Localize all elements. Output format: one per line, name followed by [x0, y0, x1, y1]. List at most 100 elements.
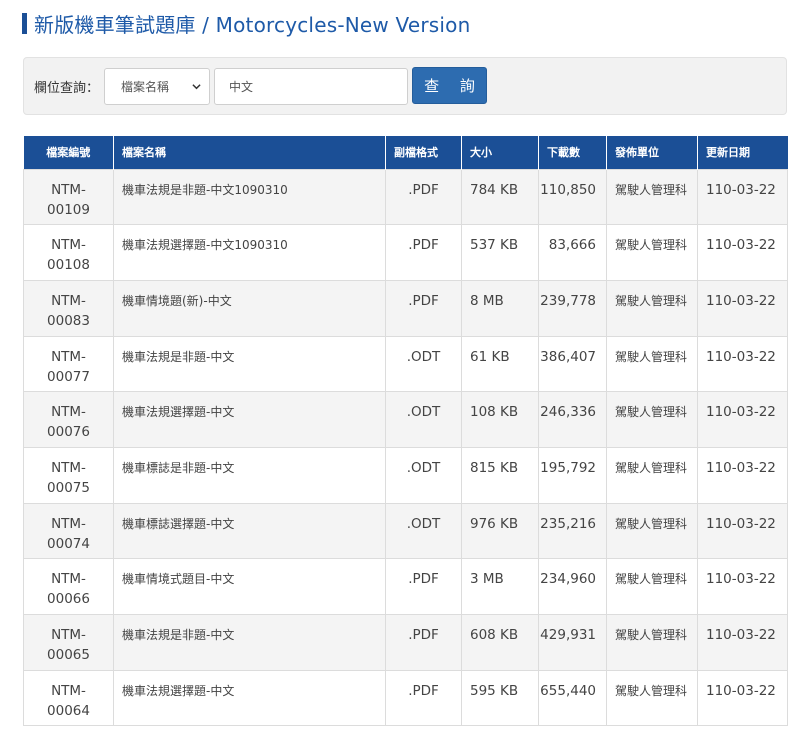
file-name: 機車法規選擇題-中文1090310: [113, 224, 386, 281]
publishing-unit: 駕駛人管理科: [606, 335, 698, 393]
download-count: 429,931: [538, 614, 607, 671]
file-id-prefix: NTM-: [51, 404, 86, 421]
download-count: 386,407: [538, 335, 607, 393]
file-id: NTM- 00065: [23, 614, 114, 671]
download-count: 655,440: [538, 669, 607, 727]
file-id: NTM- 00109: [23, 168, 114, 226]
file-id-number: 00075: [47, 479, 90, 496]
file-name: 機車標誌是非題-中文: [113, 446, 386, 504]
publishing-unit: 駕駛人管理科: [606, 168, 698, 226]
header-downloads[interactable]: 下載數: [538, 136, 607, 169]
query-button[interactable]: 查 詢: [412, 67, 487, 104]
field-select-value: 檔案名稱: [121, 80, 170, 94]
file-id-number: 00108: [47, 257, 90, 274]
table-row: NTM- 00075 機車標誌是非題-中文 .ODT 815 KB 195,792…: [23, 446, 788, 504]
file-id-prefix: NTM-: [51, 348, 86, 365]
publishing-unit: 駕駛人管理科: [606, 502, 698, 560]
file-size: 976 KB: [461, 502, 539, 560]
file-id: NTM- 00066: [23, 558, 114, 615]
file-format-link[interactable]: .ODT: [385, 335, 462, 393]
header-size[interactable]: 大小: [461, 136, 539, 169]
page-title: 新版機車筆試題庫 / Motorcycles-New Version: [34, 12, 471, 37]
file-format-link[interactable]: .PDF: [385, 669, 462, 727]
file-id-number: 00065: [47, 647, 90, 663]
file-format-link[interactable]: .ODT: [385, 391, 462, 448]
file-format-link[interactable]: .PDF: [385, 279, 462, 337]
file-name: 機車法規是非題-中文: [113, 335, 386, 393]
file-size: 815 KB: [461, 446, 539, 504]
file-id-prefix: NTM-: [51, 181, 86, 198]
header-file-id[interactable]: 檔案編號: [23, 136, 114, 169]
table-row: NTM- 00065 機車法規是非題-中文 .PDF 608 KB 429,931…: [23, 614, 788, 671]
file-format-link[interactable]: .PDF: [385, 168, 462, 226]
publishing-unit: 駕駛人管理科: [606, 446, 698, 504]
publishing-unit: 駕駛人管理科: [606, 224, 698, 281]
file-id-prefix: NTM-: [51, 515, 86, 532]
file-id-number: 00109: [47, 201, 90, 218]
file-id-number: 00077: [47, 368, 90, 385]
update-date: 110-03-22: [697, 669, 788, 727]
file-format-link[interactable]: .PDF: [385, 558, 462, 615]
file-format-link[interactable]: .PDF: [385, 614, 462, 671]
header-unit[interactable]: 發佈單位: [606, 136, 698, 169]
files-table: 檔案編號 檔案名稱 副檔格式 大小 下載數 發佈單位 更新日期 NTM- 0010…: [23, 136, 788, 727]
file-size: 784 KB: [461, 168, 539, 226]
download-count: 235,216: [538, 502, 607, 560]
file-size: 3 MB: [461, 558, 539, 615]
file-name: 機車情境題(新)-中文: [113, 279, 386, 337]
table-row: NTM- 00083 機車情境題(新)-中文 .PDF 8 MB 239,778 …: [23, 279, 788, 337]
update-date: 110-03-22: [697, 446, 788, 504]
file-format-link[interactable]: .ODT: [385, 502, 462, 560]
update-date: 110-03-22: [697, 558, 788, 615]
file-size: 61 KB: [461, 335, 539, 393]
file-size: 537 KB: [461, 224, 539, 281]
header-file-name[interactable]: 檔案名稱: [113, 136, 386, 169]
table-header-row: 檔案編號 檔案名稱 副檔格式 大小 下載數 發佈單位 更新日期: [23, 136, 788, 169]
search-input[interactable]: 中文: [214, 68, 408, 105]
file-size: 608 KB: [461, 614, 539, 671]
header-format[interactable]: 副檔格式: [385, 136, 462, 169]
table-row: NTM- 00066 機車情境式題目-中文 .PDF 3 MB 234,960 駕…: [23, 558, 788, 615]
file-name: 機車法規是非題-中文: [113, 614, 386, 671]
table-row: NTM- 00077 機車法規是非題-中文 .ODT 61 KB 386,407 …: [23, 335, 788, 393]
file-id: NTM- 00074: [23, 502, 114, 560]
publishing-unit: 駕駛人管理科: [606, 669, 698, 727]
publishing-unit: 駕駛人管理科: [606, 558, 698, 615]
file-id-number: 00074: [47, 535, 90, 552]
file-id-number: 00064: [47, 702, 90, 719]
file-id: NTM- 00064: [23, 669, 114, 727]
search-panel: 欄位查詢： 檔案名稱 中文 查 詢: [23, 57, 787, 115]
title-accent-bar: [22, 12, 27, 34]
file-format-link[interactable]: .ODT: [385, 446, 462, 504]
file-size: 595 KB: [461, 669, 539, 727]
file-id-prefix: NTM-: [51, 237, 86, 254]
header-date[interactable]: 更新日期: [697, 136, 788, 169]
download-count: 246,336: [538, 391, 607, 448]
file-name: 機車法規是非題-中文1090310: [113, 168, 386, 226]
download-count: 234,960: [538, 558, 607, 615]
file-name: 機車情境式題目-中文: [113, 558, 386, 615]
file-id: NTM- 00083: [23, 279, 114, 337]
file-id-number: 00066: [47, 591, 90, 608]
file-name: 機車法規選擇題-中文: [113, 391, 386, 448]
file-id-prefix: NTM-: [51, 292, 86, 309]
table-row: NTM- 00074 機車標誌選擇題-中文 .ODT 976 KB 235,216…: [23, 502, 788, 560]
table-row: NTM- 00064 機車法規選擇題-中文 .PDF 595 KB 655,440…: [23, 669, 788, 727]
file-id-prefix: NTM-: [51, 627, 86, 643]
file-format-link[interactable]: .PDF: [385, 224, 462, 281]
chevron-down-icon: [192, 84, 201, 90]
file-id-number: 00076: [47, 424, 90, 441]
update-date: 110-03-22: [697, 279, 788, 337]
file-size: 8 MB: [461, 279, 539, 337]
search-input-value: 中文: [229, 80, 254, 94]
download-count: 83,666: [538, 224, 607, 281]
file-name: 機車法規選擇題-中文: [113, 669, 386, 727]
field-select[interactable]: 檔案名稱: [104, 68, 210, 105]
file-size: 108 KB: [461, 391, 539, 448]
file-id: NTM- 00108: [23, 224, 114, 281]
table-row: NTM- 00076 機車法規選擇題-中文 .ODT 108 KB 246,336…: [23, 391, 788, 448]
table-row: NTM- 00109 機車法規是非題-中文1090310 .PDF 784 KB …: [23, 168, 788, 226]
publishing-unit: 駕駛人管理科: [606, 614, 698, 671]
file-id: NTM- 00075: [23, 446, 114, 504]
update-date: 110-03-22: [697, 168, 788, 226]
